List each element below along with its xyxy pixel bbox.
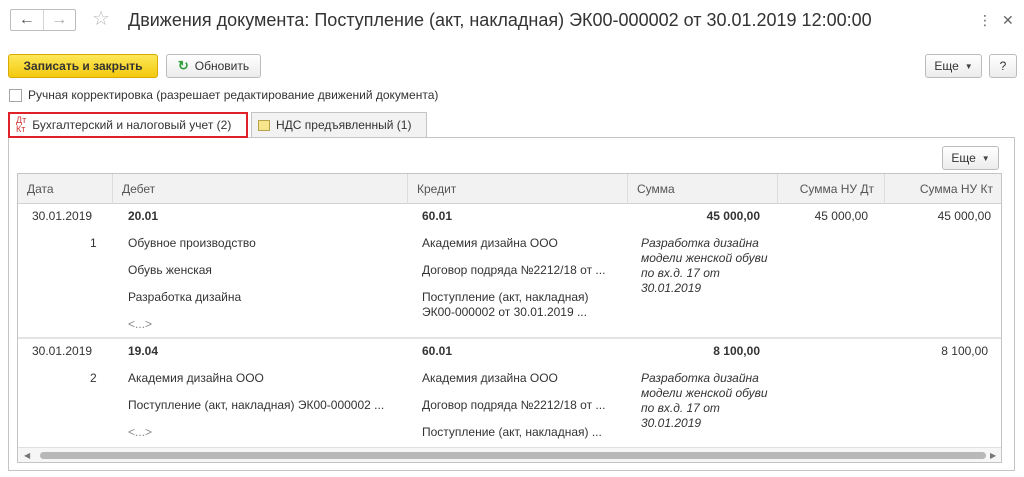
scrollbar-thumb[interactable] <box>40 452 986 459</box>
column-nu-kt[interactable]: Сумма НУ Кт <box>885 174 1001 204</box>
save-and-close-button[interactable]: Записать и закрыть <box>8 54 158 78</box>
column-date[interactable]: Дата <box>18 174 113 204</box>
manual-correction-row: Ручная корректировка (разрешает редактир… <box>9 88 438 102</box>
debit-account: 20.01 <box>128 209 159 223</box>
credit-subconto: ЭК00-000002 от 30.01.2019 ... <box>422 305 587 319</box>
refresh-button[interactable]: ↻ Обновить <box>166 54 261 78</box>
amount-value: 8 100,00 <box>713 344 760 358</box>
amount-nu-dt: 45 000,00 <box>814 209 868 223</box>
more-label: Еще <box>934 59 959 73</box>
favorite-star-icon[interactable]: ☆ <box>92 8 110 30</box>
credit-account: 60.01 <box>422 209 453 223</box>
debit-subconto-more: <...> <box>128 317 153 331</box>
refresh-label: Обновить <box>194 59 250 73</box>
title-bar: ← → ☆ Движения документа: Поступление (а… <box>0 0 1024 44</box>
column-debit[interactable]: Дебет <box>113 174 408 204</box>
debit-credit-icon: Дт Кт <box>16 115 27 134</box>
credit-account: 60.01 <box>422 344 453 358</box>
row-number: 2 <box>90 371 97 385</box>
row-separator <box>18 337 1001 339</box>
debit-subconto: Поступление (акт, накладная) ЭК00-000002… <box>128 398 385 412</box>
horizontal-scrollbar[interactable]: ◀ ▶ <box>18 447 1001 462</box>
panel-more-label: Еще <box>951 151 976 165</box>
row-number: 1 <box>90 236 97 250</box>
tab-vat-presented[interactable]: НДС предъявленный (1) <box>251 112 427 137</box>
manual-correction-label[interactable]: Ручная корректировка (разрешает редактир… <box>28 88 438 102</box>
forward-arrow-icon[interactable]: → <box>42 10 76 30</box>
close-icon[interactable]: ✕ <box>1002 11 1014 29</box>
row-date: 30.01.2019 <box>32 209 93 223</box>
scroll-left-icon[interactable]: ◀ <box>24 451 30 460</box>
debit-subconto: Обувное производство <box>128 236 256 250</box>
debit-account: 19.04 <box>128 344 159 358</box>
amount-value: 45 000,00 <box>706 209 760 223</box>
save-and-close-label: Записать и закрыть <box>23 59 143 73</box>
credit-subconto: Договор подряда №2212/18 от ... <box>422 398 606 412</box>
credit-subconto: Академия дизайна ООО <box>422 236 558 250</box>
column-nu-dt[interactable]: Сумма НУ Дт <box>778 174 885 204</box>
credit-subconto: Поступление (акт, накладная) <box>422 290 589 304</box>
back-arrow-icon[interactable]: ← <box>11 10 43 30</box>
column-credit[interactable]: Кредит <box>408 174 628 204</box>
nav-buttons: ← → <box>10 9 76 31</box>
tab-accounting-tax[interactable]: Дт Кт Бухгалтерский и налоговый учет (2) <box>8 112 248 138</box>
more-button[interactable]: Еще ▼ <box>925 54 982 78</box>
dropdown-caret-icon: ▼ <box>964 61 973 71</box>
amount-nu-kt: 45 000,00 <box>937 209 991 223</box>
tab-accounting-tax-label: Бухгалтерский и налоговый учет (2) <box>32 118 232 132</box>
window-title: Движения документа: Поступление (акт, на… <box>128 10 872 30</box>
amount-nu-kt: 8 100,00 <box>941 344 988 358</box>
tab-vat-presented-label: НДС предъявленный (1) <box>276 118 412 132</box>
credit-subconto: Академия дизайна ООО <box>422 371 558 385</box>
help-label: ? <box>999 59 1007 73</box>
help-button[interactable]: ? <box>989 54 1017 78</box>
row-date: 30.01.2019 <box>32 344 93 358</box>
posting-content: Разработка дизайна модели женской обуви … <box>641 371 768 430</box>
posting-content: Разработка дизайна модели женской обуви … <box>641 236 768 295</box>
postings-table: Дата Дебет Кредит Сумма Сумма НУ Дт Сумм… <box>17 173 1002 463</box>
debit-subconto-more: <...> <box>128 425 153 439</box>
dropdown-caret-icon: ▼ <box>981 153 990 163</box>
debit-subconto: Разработка дизайна <box>128 290 242 304</box>
column-amount[interactable]: Сумма <box>628 174 778 204</box>
manual-correction-checkbox[interactable] <box>9 88 22 102</box>
refresh-icon: ↻ <box>177 58 189 73</box>
debit-subconto: Обувь женская <box>128 263 212 277</box>
credit-subconto: Договор подряда №2212/18 от ... <box>422 263 606 277</box>
panel-more-button[interactable]: Еще ▼ <box>942 146 999 170</box>
credit-subconto: Поступление (акт, накладная) ... <box>422 425 602 439</box>
table-header: Дата Дебет Кредит Сумма Сумма НУ Дт Сумм… <box>18 174 1001 204</box>
debit-subconto: Академия дизайна ООО <box>128 371 264 385</box>
scroll-right-icon[interactable]: ▶ <box>990 451 996 460</box>
more-vertical-icon[interactable]: ⋮ <box>978 11 992 29</box>
register-icon <box>258 119 270 131</box>
